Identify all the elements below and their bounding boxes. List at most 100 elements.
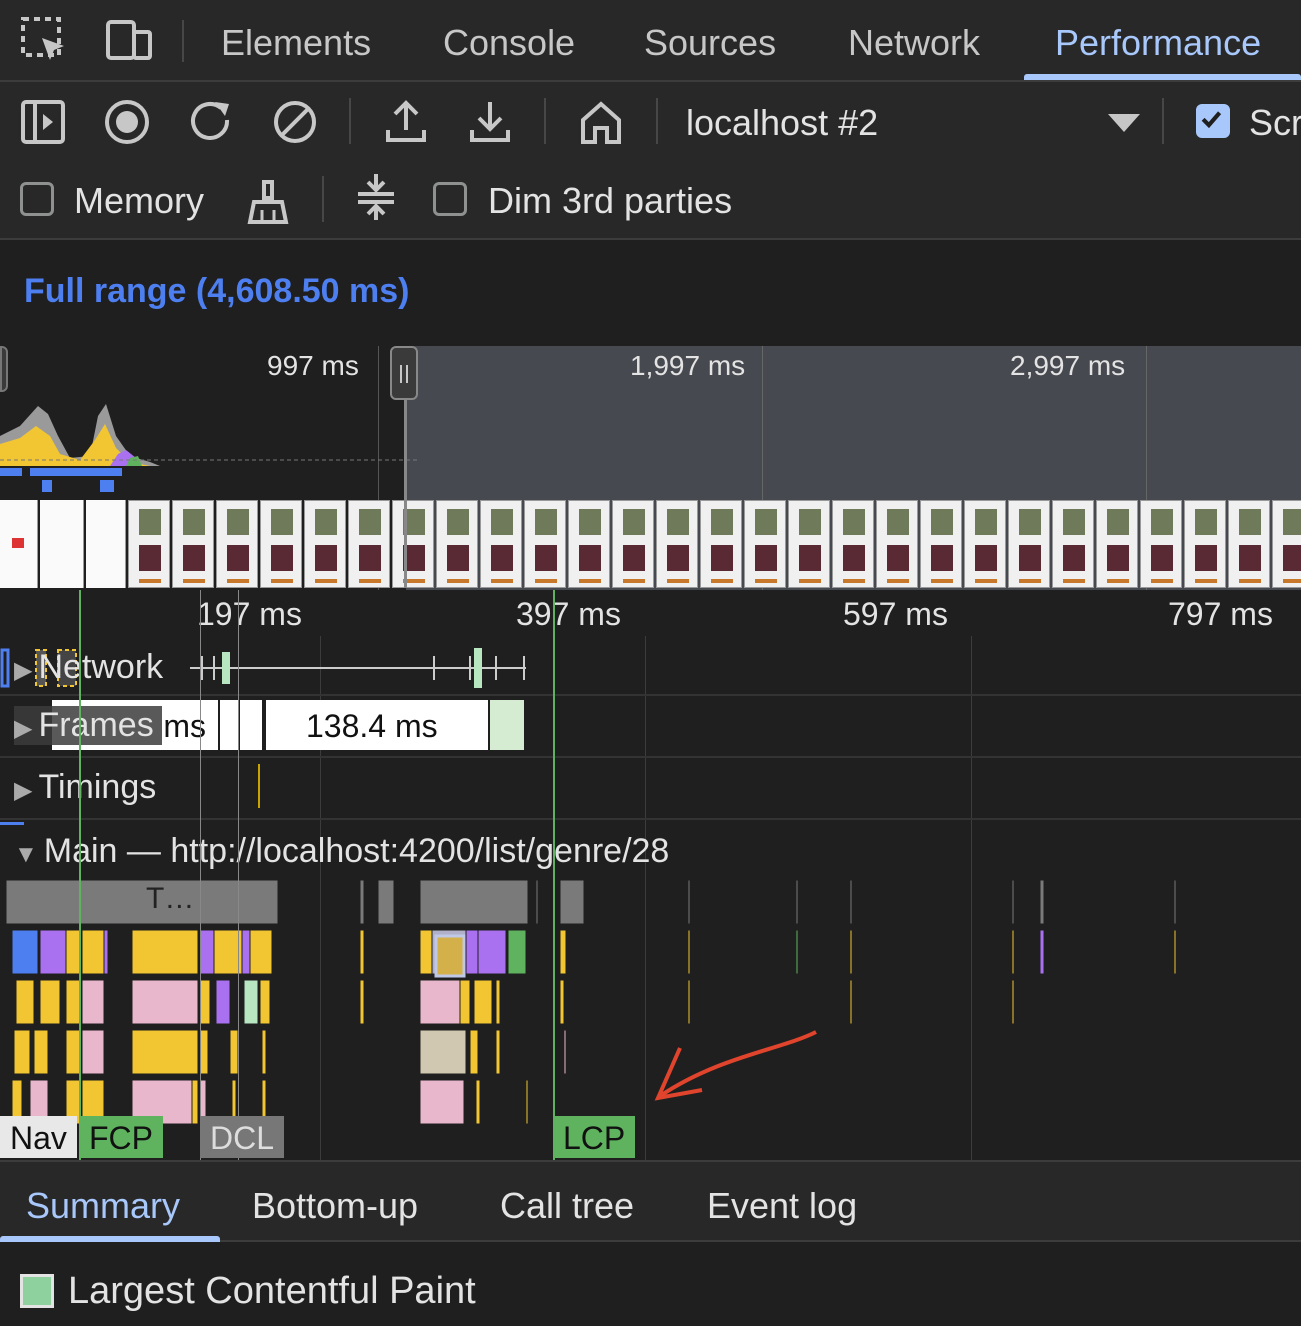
- clear-icon[interactable]: [271, 98, 319, 146]
- record-icon[interactable]: [103, 98, 151, 146]
- tab-summary[interactable]: Summary: [26, 1162, 180, 1244]
- flame-event-block[interactable]: [359, 979, 365, 1025]
- flame-event-block[interactable]: [39, 929, 67, 975]
- track-frames[interactable]: ▶ Frames: [14, 706, 162, 745]
- flame-event-block[interactable]: [39, 979, 61, 1025]
- flame-event-block[interactable]: [81, 1029, 105, 1075]
- flame-event-block[interactable]: [65, 979, 81, 1025]
- flame-event-block[interactable]: [1039, 879, 1045, 925]
- flame-event-block[interactable]: [473, 979, 493, 1025]
- flame-event-block[interactable]: [559, 929, 567, 975]
- frame-block[interactable]: [240, 700, 262, 750]
- chevron-down-icon[interactable]: [1100, 98, 1148, 146]
- flame-event-block[interactable]: [495, 979, 501, 1025]
- flame-event-block[interactable]: [1011, 929, 1015, 975]
- track-timings[interactable]: ▶ Timings: [14, 768, 156, 807]
- flame-event-block[interactable]: [243, 979, 259, 1025]
- flame-event-block[interactable]: [131, 1029, 199, 1075]
- flame-event-block[interactable]: [1173, 879, 1177, 925]
- dcl-marker[interactable]: DCL: [200, 1116, 285, 1158]
- flame-event-block[interactable]: [65, 929, 81, 975]
- frame-block[interactable]: [220, 700, 238, 750]
- timeline-overview[interactable]: 997 ms 1,997 ms 2,997 ms: [0, 346, 1301, 590]
- flame-event-block[interactable]: [241, 929, 251, 975]
- lcp-marker[interactable]: LCP: [553, 1116, 636, 1158]
- flame-event-block[interactable]: [359, 879, 365, 925]
- flame-event-block[interactable]: [525, 1079, 529, 1125]
- reload-record-icon[interactable]: [187, 98, 235, 146]
- home-icon[interactable]: [577, 98, 625, 146]
- collapse-vertical-icon[interactable]: [352, 172, 400, 220]
- tab-performance[interactable]: Performance: [1055, 0, 1261, 82]
- flame-event-block[interactable]: [849, 929, 853, 975]
- frame-block-partial[interactable]: [490, 700, 524, 750]
- flame-event-block[interactable]: [15, 979, 35, 1025]
- flame-event-block[interactable]: [131, 929, 199, 975]
- flame-event-block[interactable]: [475, 1079, 481, 1125]
- flame-event-block[interactable]: [507, 929, 527, 975]
- flame-event-block[interactable]: [13, 1029, 31, 1075]
- flame-event-block[interactable]: [419, 979, 461, 1025]
- flame-event-block[interactable]: [103, 929, 109, 975]
- flame-chart[interactable]: 197 ms 397 ms 597 ms 797 ms ▶ Network ms …: [0, 590, 1301, 1160]
- flame-event-block[interactable]: [849, 979, 853, 1025]
- flame-event-block[interactable]: [191, 1079, 199, 1125]
- tab-sources[interactable]: Sources: [644, 0, 776, 82]
- flame-event-block[interactable]: [249, 929, 273, 975]
- range-handle-right[interactable]: [390, 346, 418, 400]
- track-main[interactable]: ▼ Main — http://localhost:4200/list/genre…: [14, 832, 669, 871]
- screenshots-checkbox[interactable]: [1196, 104, 1230, 138]
- memory-checkbox[interactable]: [20, 182, 54, 216]
- flame-event-block[interactable]: [199, 1029, 209, 1075]
- flame-event-block[interactable]: [1011, 979, 1015, 1025]
- flame-event-block[interactable]: [419, 1079, 465, 1125]
- flame-event-block[interactable]: [259, 979, 271, 1025]
- flame-event-block[interactable]: [535, 879, 539, 925]
- flame-event-block[interactable]: [419, 929, 433, 975]
- flame-event-block[interactable]: [419, 1029, 467, 1075]
- flame-event-block[interactable]: [687, 979, 691, 1025]
- flame-event-block[interactable]: [559, 879, 585, 925]
- selected-flame-block[interactable]: [434, 934, 466, 978]
- flame-event-block[interactable]: [229, 1029, 239, 1075]
- device-toolbar-icon[interactable]: [104, 16, 152, 64]
- flame-event-block[interactable]: [1173, 929, 1177, 975]
- flame-event-block[interactable]: [795, 879, 799, 925]
- download-icon[interactable]: [466, 98, 514, 146]
- main-thread-flame[interactable]: [0, 876, 1301, 1160]
- tab-console[interactable]: Console: [443, 0, 575, 82]
- flame-event-block[interactable]: [687, 929, 691, 975]
- flame-event-block[interactable]: [11, 929, 39, 975]
- sidebar-toggle-icon[interactable]: [19, 98, 67, 146]
- flame-event-block[interactable]: [465, 929, 479, 975]
- flame-event-block[interactable]: [687, 879, 691, 925]
- flame-event-block[interactable]: [81, 929, 105, 975]
- track-network[interactable]: ▶ Network: [14, 648, 163, 687]
- target-select[interactable]: localhost #2: [686, 102, 878, 144]
- flame-event-block[interactable]: [33, 1029, 49, 1075]
- tab-call-tree[interactable]: Call tree: [500, 1162, 634, 1244]
- flame-event-block[interactable]: [477, 929, 507, 975]
- tab-bottom-up[interactable]: Bottom-up: [252, 1162, 418, 1244]
- tab-elements[interactable]: Elements: [221, 0, 371, 82]
- flame-event-block[interactable]: [261, 1029, 267, 1075]
- flame-event-block[interactable]: [469, 1029, 479, 1075]
- range-handle-left[interactable]: [0, 346, 8, 392]
- flame-event-block[interactable]: [199, 929, 215, 975]
- flame-event-block[interactable]: [131, 979, 199, 1025]
- flame-event-block[interactable]: [1039, 929, 1045, 975]
- flame-event-block[interactable]: [495, 1029, 501, 1075]
- garbage-collect-broom-icon[interactable]: [244, 178, 292, 226]
- tab-network[interactable]: Network: [848, 0, 980, 82]
- flame-event-block[interactable]: [849, 879, 853, 925]
- flame-event-block[interactable]: [377, 879, 395, 925]
- flame-event-block[interactable]: [1011, 879, 1015, 925]
- inspect-element-icon[interactable]: [20, 16, 68, 64]
- flame-event-block[interactable]: [199, 979, 211, 1025]
- flame-event-block[interactable]: [559, 979, 565, 1025]
- flame-event-block[interactable]: [795, 929, 799, 975]
- flame-event-block[interactable]: [419, 879, 529, 925]
- upload-icon[interactable]: [382, 98, 430, 146]
- nav-marker[interactable]: Nav: [0, 1116, 77, 1158]
- flame-event-block[interactable]: [563, 1029, 567, 1075]
